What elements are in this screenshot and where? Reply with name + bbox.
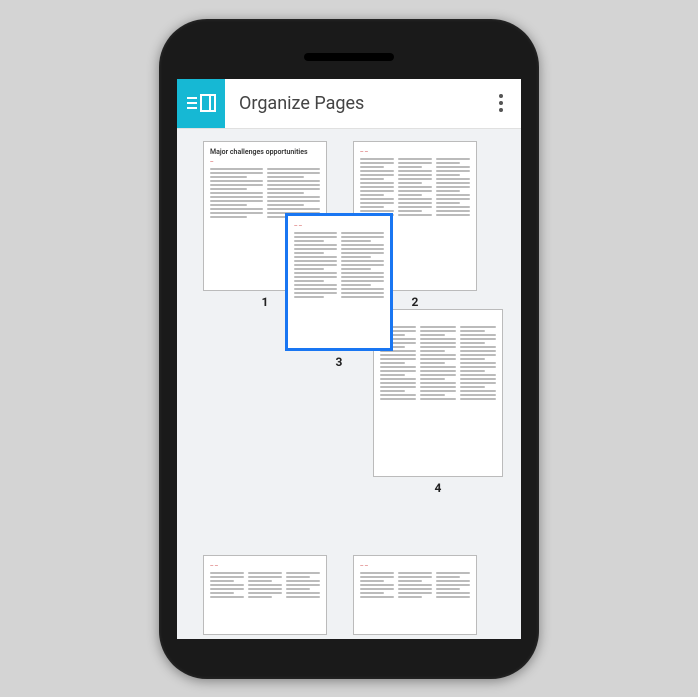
page-thumbnail-5[interactable]: — —: [203, 555, 327, 635]
screen: Organize Pages Major challenges opportun…: [177, 79, 521, 639]
page-label: 2: [412, 295, 419, 309]
overflow-menu-button[interactable]: [481, 79, 521, 129]
pages-icon: [200, 94, 216, 112]
menu-button[interactable]: [177, 79, 225, 129]
page-thumbnail-6[interactable]: — —: [353, 555, 477, 635]
page-label: 4: [435, 481, 442, 495]
page-label: 1: [262, 295, 269, 309]
page-title: Organize Pages: [225, 93, 481, 114]
phone-speaker: [304, 53, 394, 61]
page-1-title: Major challenges opportunities: [210, 148, 320, 156]
dots-icon: [499, 94, 503, 98]
phone-frame: Organize Pages Major challenges opportun…: [159, 19, 539, 679]
hamburger-icon: [187, 97, 197, 109]
page-thumbnail-3-selected[interactable]: — — 3: [285, 213, 393, 369]
page-label: 3: [336, 355, 343, 369]
app-bar: Organize Pages: [177, 79, 521, 129]
page-grid: Major challenges opportunities — 1: [177, 129, 521, 639]
